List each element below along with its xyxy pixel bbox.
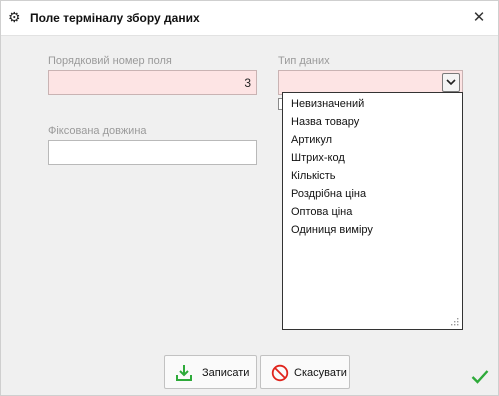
gear-icon: ⚙ — [8, 9, 21, 25]
checkmark-icon — [471, 370, 489, 384]
title-bar: ⚙ Поле терміналу збору даних ✕ — [1, 1, 498, 36]
dialog-window: ⚙ Поле терміналу збору даних ✕ Порядкови… — [0, 0, 499, 396]
cancel-button[interactable]: Скасувати — [260, 355, 350, 389]
data-type-label: Тип даних — [278, 55, 330, 67]
data-type-dropdown-list: Невизначений Назва товару Артикул Штрих-… — [282, 92, 463, 330]
dropdown-option[interactable]: Невизначений — [283, 95, 462, 113]
field-number-label: Порядковий номер поля — [48, 55, 172, 67]
dropdown-option[interactable]: Оптова ціна — [283, 203, 462, 221]
field-number-input[interactable]: 3 — [48, 70, 257, 95]
field-number-value: 3 — [244, 76, 251, 90]
dropdown-option[interactable]: Роздрібна ціна — [283, 185, 462, 203]
close-icon[interactable]: ✕ — [468, 7, 490, 29]
dropdown-option[interactable]: Одиниця виміру — [283, 221, 462, 239]
resize-grip-icon[interactable] — [451, 318, 459, 326]
no-entry-icon — [271, 364, 289, 382]
dropdown-option[interactable]: Штрих-код — [283, 149, 462, 167]
chevron-down-icon — [446, 79, 456, 86]
dropdown-option[interactable]: Назва товару — [283, 113, 462, 131]
save-button-label: Записати — [202, 367, 250, 379]
dropdown-toggle-button[interactable] — [442, 73, 460, 92]
window-title: Поле терміналу збору даних — [30, 11, 200, 25]
save-button[interactable]: Записати — [164, 355, 257, 389]
dropdown-option[interactable]: Артикул — [283, 131, 462, 149]
fixed-length-label: Фіксована довжина — [48, 125, 147, 137]
dropdown-option[interactable]: Кількість — [283, 167, 462, 185]
cancel-button-label: Скасувати — [294, 367, 347, 379]
fixed-length-input[interactable] — [48, 140, 257, 165]
download-icon — [176, 365, 192, 381]
